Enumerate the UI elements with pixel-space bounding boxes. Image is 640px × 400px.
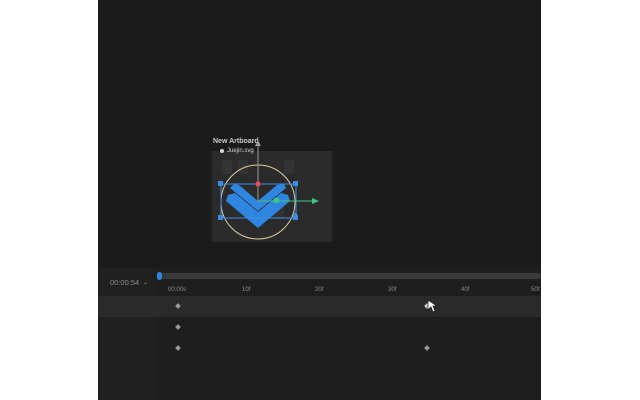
keyframe[interactable] [175, 345, 181, 351]
keyframe[interactable] [175, 303, 181, 309]
x-axis-arrow[interactable] [312, 198, 319, 204]
timecode-display[interactable]: 00:00:54 [110, 278, 139, 287]
chevron-down-icon[interactable]: ⌄ [143, 279, 148, 286]
track-lane[interactable] [158, 296, 541, 317]
canvas-area[interactable]: New Artboard Juejin.svg [98, 0, 541, 268]
animation-editor: New Artboard Juejin.svg 00:00:54 ⌄ 00:00… [98, 0, 541, 400]
ruler-tick: 20f [315, 287, 324, 293]
track-lane[interactable] [158, 338, 541, 359]
transform-overlay [218, 140, 319, 240]
rotate-handle-x[interactable] [274, 198, 279, 203]
ruler-tick: 10f [242, 287, 251, 293]
anchor-point[interactable] [255, 181, 261, 187]
small-handle-right[interactable] [294, 213, 297, 216]
ruler-tick: 30f [388, 287, 397, 293]
playhead-handle[interactable] [157, 272, 162, 280]
keyframe[interactable] [175, 324, 181, 330]
mouse-cursor-icon [427, 299, 439, 313]
ruler-tick: 40f [461, 287, 470, 293]
time-ruler[interactable]: 00:00s 10f 20f 30f 40f 50f [158, 286, 541, 296]
ruler-tick: 00:00s [168, 287, 187, 293]
keyframe[interactable] [424, 345, 430, 351]
timeline-track[interactable] [98, 338, 541, 359]
timeline-track[interactable] [98, 296, 541, 317]
timeline-track[interactable] [98, 317, 541, 338]
ruler-tick: 50f [531, 287, 540, 293]
y-axis-arrow[interactable] [255, 140, 261, 146]
timeline-scrollbar[interactable] [157, 272, 541, 280]
timeline-panel: 00:00:54 ⌄ 00:00s 10f 20f 30f 40f 50f [98, 268, 541, 400]
track-lane[interactable] [158, 317, 541, 338]
